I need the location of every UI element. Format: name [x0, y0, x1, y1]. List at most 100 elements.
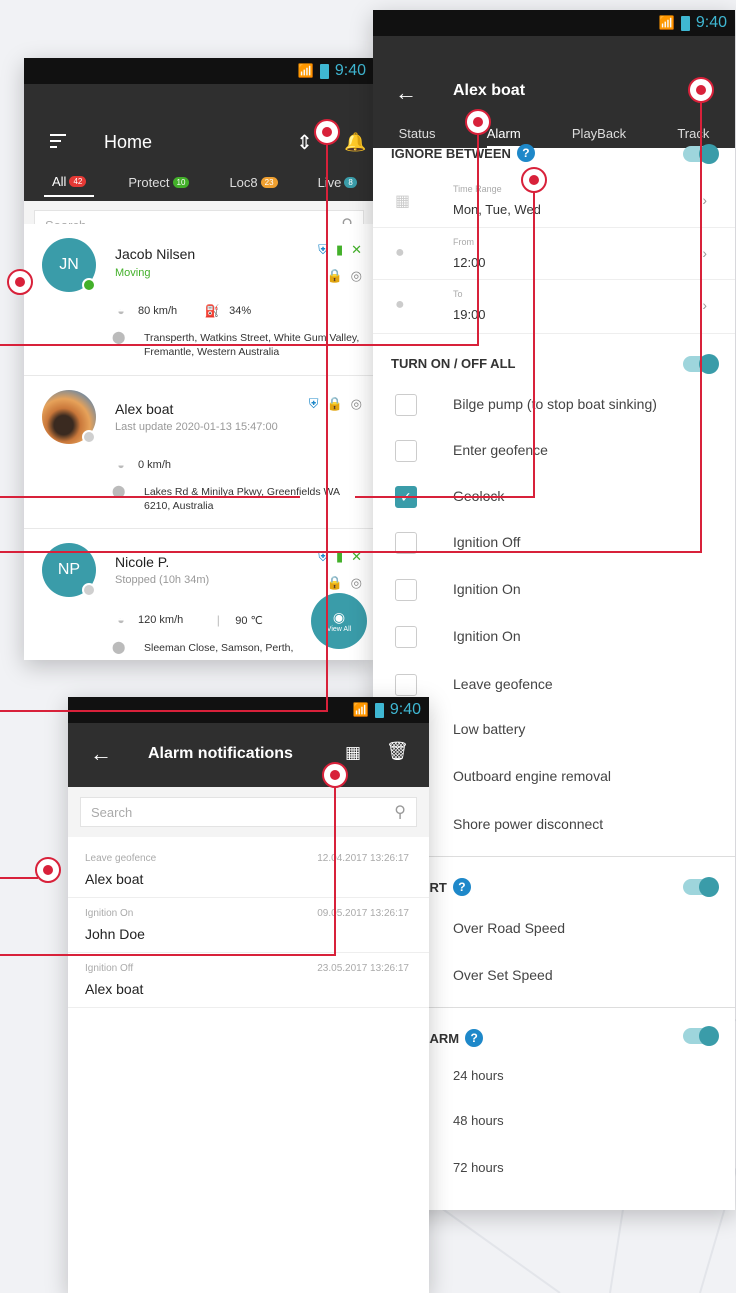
tab-label: Loc8: [229, 175, 258, 190]
alarm-checkbox[interactable]: [395, 579, 417, 601]
alarm-label: Shore power disconnect: [453, 816, 604, 832]
view-all-button[interactable]: ◉ View All: [311, 593, 367, 649]
speed-value: 120 km/h: [138, 614, 184, 626]
battery-icon: [319, 63, 329, 79]
clock-icon: ●: [395, 244, 405, 261]
speed-value: 80 km/h: [138, 305, 178, 317]
list-item[interactable]: Alex boat Last update 2020-01-13 15:47:0…: [24, 376, 374, 529]
alarm-label: Low battery: [453, 721, 526, 737]
calendar-icon[interactable]: ▦: [345, 743, 361, 763]
status-time: 9:40: [389, 701, 421, 718]
alarm-checkbox[interactable]: [395, 626, 417, 648]
tab-label: Live: [317, 175, 342, 190]
notification-row[interactable]: Leave geofence 12.04.2017 13:26:17 Alex …: [68, 843, 429, 898]
alarm-checkbox[interactable]: [395, 532, 417, 554]
tab-label: Protect: [128, 175, 170, 190]
bell-icon[interactable]: 🔔: [344, 132, 366, 153]
count-badge: 42: [69, 176, 87, 187]
tab-live[interactable]: Live 8: [310, 174, 365, 197]
avatar: [42, 390, 96, 444]
search-placeholder: Search: [91, 804, 133, 820]
alarm-type: Ignition On: [85, 908, 134, 919]
section-title: IGNORE BETWEEN: [391, 145, 511, 161]
field-value: Mon, Tue, Wed: [453, 202, 541, 217]
help-icon[interactable]: ?: [452, 878, 471, 896]
ignore-between-toggle[interactable]: [683, 144, 719, 164]
to-time-row[interactable]: ● To 19:00 ›: [373, 280, 735, 334]
home-screen: 📶 9:40 Home ⇕ 🔔 All 42 Protect 10 Loc8 2…: [24, 58, 374, 660]
trash-icon[interactable]: 🗑: [386, 741, 409, 762]
satellite-icon: ✕: [351, 242, 362, 257]
page-title: Alarm notifications: [148, 745, 293, 762]
device-icons: ⛨ 🔒 ◎: [309, 396, 362, 412]
engine-alarm-toggle[interactable]: [683, 1026, 719, 1046]
alarm-checkbox[interactable]: [395, 674, 417, 696]
speedometer-icon: ◒: [117, 458, 125, 472]
speed-option-label[interactable]: Over Set Speed: [453, 967, 553, 983]
callout-marker: [314, 119, 340, 145]
tab-loc8[interactable]: Loc8 23: [221, 174, 285, 197]
eye-icon: ◉: [332, 609, 346, 625]
search-bar: Search ⚲: [68, 787, 429, 837]
lock-icon[interactable]: 🔒: [326, 396, 342, 412]
speed-alert-toggle[interactable]: [683, 877, 719, 897]
target-icon[interactable]: ◎: [351, 268, 362, 284]
from-time-row[interactable]: ● From 12:00 ›: [373, 228, 735, 280]
device-name: John Doe: [85, 926, 145, 942]
sort-icon[interactable]: ⇕: [296, 130, 313, 155]
alarm-checkbox[interactable]: [395, 440, 417, 462]
signal-icon: ▮: [335, 242, 344, 257]
chevron-right-icon: ›: [702, 297, 707, 313]
calendar-icon: ▦: [395, 193, 411, 210]
field-value: 12:00: [453, 255, 486, 270]
location-pin-icon: ⬤: [112, 484, 126, 498]
avatar-initials: JN: [59, 256, 79, 273]
help-icon[interactable]: ?: [465, 1029, 484, 1047]
device-name: Alex boat: [115, 401, 174, 417]
speed-option-label[interactable]: Over Road Speed: [453, 920, 565, 936]
notification-row[interactable]: Ignition Off 23.05.2017 13:26:17 Alex bo…: [68, 953, 429, 1008]
battery-icon: [374, 702, 384, 718]
lock-icon[interactable]: 🔒: [326, 575, 342, 591]
tab-label: All: [52, 174, 67, 189]
count-badge: 10: [172, 177, 190, 188]
device-actions: 🔒 ◎: [326, 268, 362, 284]
list-item[interactable]: JN Jacob Nilsen Moving ⛨ ▮ ✕ 🔒 ◎ ◒ 80 km…: [24, 224, 374, 376]
count-badge: 23: [260, 177, 278, 188]
chevron-right-icon: ›: [702, 245, 707, 261]
home-tabs: All 42 Protect 10 Loc8 23 Live 8: [24, 174, 374, 197]
callout-marker: [7, 269, 33, 295]
time-range-row[interactable]: ▦ Time Range Mon, Tue, Wed ›: [373, 175, 735, 228]
back-arrow-icon[interactable]: ←: [90, 741, 112, 767]
alarm-label: Bilge pump (to stop boat sinking): [453, 396, 657, 412]
menu-icon[interactable]: [50, 134, 66, 152]
device-address: Lakes Rd & Minilya Pkwy, Greenfields WA …: [144, 486, 340, 512]
search-icon[interactable]: ⚲: [394, 802, 406, 822]
engine-hours-option[interactable]: 48 hours: [453, 1113, 504, 1128]
device-icons: ⛨ ▮ ✕: [318, 549, 362, 565]
target-icon[interactable]: ◎: [351, 396, 362, 412]
offline-status-dot: [82, 430, 96, 444]
back-arrow-icon[interactable]: ←: [395, 80, 417, 106]
temperature-value: 90 ℃: [235, 614, 263, 627]
search-input[interactable]: Search ⚲: [80, 797, 417, 827]
detail-toolbar: ← Alex boat ✓ Status Alarm PlayBack Trac…: [373, 36, 735, 148]
tab-protect[interactable]: Protect 10: [120, 174, 197, 197]
alarm-type: Ignition Off: [85, 963, 134, 974]
engine-hours-option[interactable]: 24 hours: [453, 1068, 504, 1083]
alarm-checkbox-checked[interactable]: ✓: [395, 486, 417, 508]
target-icon[interactable]: ◎: [351, 575, 362, 591]
alarm-checkbox[interactable]: [395, 394, 417, 416]
help-icon[interactable]: ?: [516, 144, 535, 162]
tab-all[interactable]: All 42: [44, 174, 95, 197]
notification-row[interactable]: Ignition On 09.05.2017 13:26:17 John Doe: [68, 898, 429, 953]
tab-playback[interactable]: PlayBack: [572, 126, 626, 148]
alarm-label: Leave geofence: [453, 676, 553, 692]
callout-marker: [35, 857, 61, 883]
lock-icon[interactable]: 🔒: [326, 268, 342, 284]
engine-hours-option[interactable]: 72 hours: [453, 1160, 504, 1175]
field-value: 19:00: [453, 307, 486, 322]
avatar-initials: NP: [57, 561, 81, 578]
last-update: Last update 2020-01-13 15:47:00: [115, 421, 278, 433]
turn-all-toggle[interactable]: [683, 354, 719, 374]
